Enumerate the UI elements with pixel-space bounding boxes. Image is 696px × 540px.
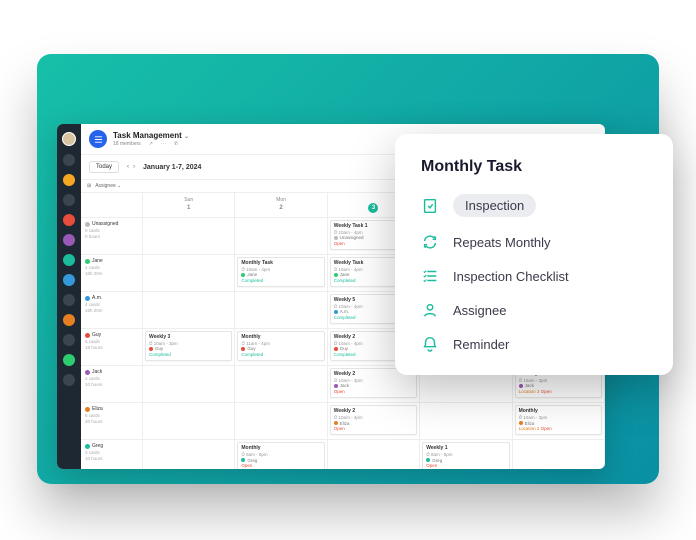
row-label[interactable]: Unassigned0 cards0 hours	[81, 218, 143, 255]
checklist-icon	[421, 267, 439, 285]
phone-icon[interactable]: ✆	[174, 141, 178, 147]
header-spacer	[81, 193, 143, 218]
row-label[interactable]: Jane4 cards16h 20m	[81, 255, 143, 292]
task-card[interactable]: Monthly⏱ 11am - 4pmGuyCompleted	[237, 331, 324, 361]
popup-item-assignee[interactable]: Assignee	[421, 301, 647, 319]
repeat-icon	[421, 233, 439, 251]
calendar-cell[interactable]: Weekly 1⏱ 8am - 5pmGregOpen	[420, 440, 512, 469]
popup-item-label: Repeats Monthly	[453, 235, 551, 250]
rail-item[interactable]	[63, 314, 75, 326]
rail-item[interactable]	[63, 254, 75, 266]
more-icon[interactable]: ⋯	[161, 141, 166, 147]
rail-item[interactable]	[63, 294, 75, 306]
task-card[interactable]: Monthly⏱ 8am - 5pmGregOpen	[237, 442, 324, 469]
task-card[interactable]: Weekly 2⏱ 10am - 4pmElizaOpen	[330, 405, 417, 435]
today-button[interactable]: Today	[89, 161, 119, 173]
rail-item[interactable]	[63, 354, 75, 366]
calendar-cell[interactable]: Monthly⏱ 10am - 3pmElizaLocation 2 Open	[513, 403, 605, 440]
prev-arrow[interactable]: ‹	[127, 164, 129, 170]
popup-item-label: Reminder	[453, 337, 509, 352]
rail-item[interactable]	[63, 234, 75, 246]
task-card[interactable]: Weekly 3⏱ 10am - 3pmGuyCompleted	[145, 331, 232, 361]
chevron-down-icon: ⌄	[184, 134, 189, 140]
calendar-cell[interactable]: Monthly⏱ 8am - 5pmGregOpen	[235, 440, 327, 469]
menu-button[interactable]	[89, 130, 107, 148]
row-label[interactable]: Greg3 cards10 hours	[81, 440, 143, 469]
calendar-cell[interactable]: Weekly 3⏱ 10am - 3pmGuyCompleted	[143, 329, 235, 366]
date-range: January 1-7, 2024	[143, 164, 201, 171]
calendar-cell[interactable]	[235, 218, 327, 255]
rail-item[interactable]	[63, 274, 75, 286]
day-header[interactable]: Sun1	[143, 193, 235, 218]
calendar-cell[interactable]	[235, 366, 327, 403]
popup-item-repeat[interactable]: Repeats Monthly	[421, 233, 647, 251]
group-icon: ⊞	[87, 183, 91, 189]
group-by-label: Assignee ⌄	[95, 183, 121, 189]
row-label[interactable]: Eliza8 cards20 hours	[81, 403, 143, 440]
popup-title: Monthly Task	[421, 158, 647, 176]
calendar-cell[interactable]: Monthly⏱ 11am - 4pmGuyCompleted	[235, 329, 327, 366]
stage-background: Task Management ⌄ 18 members ↗ ⋯ ✆ Today…	[37, 54, 659, 484]
calendar-cell[interactable]	[420, 403, 512, 440]
popup-item-label: Inspection Checklist	[453, 269, 569, 284]
task-card[interactable]: Monthly Task⏱ 10am - 4pmJaneCompleted	[237, 257, 324, 287]
rail-item[interactable]	[63, 154, 75, 166]
rail-item[interactable]	[63, 194, 75, 206]
calendar-cell[interactable]: Monthly Task⏱ 10am - 4pmJaneCompleted	[235, 255, 327, 292]
calendar-cell[interactable]	[235, 403, 327, 440]
popup-item-checklist[interactable]: Inspection Checklist	[421, 267, 647, 285]
day-header[interactable]: Mon2	[235, 193, 327, 218]
assignee-icon	[421, 301, 439, 319]
board-title: Task Management	[113, 131, 182, 140]
popup-item-label: Assignee	[453, 303, 506, 318]
row-label[interactable]: A.m.4 cards16h 20m	[81, 292, 143, 329]
rail-item[interactable]	[63, 214, 75, 226]
inspection-icon	[421, 197, 439, 215]
popup-item-inspection[interactable]: Inspection	[421, 194, 647, 217]
calendar-cell[interactable]	[143, 218, 235, 255]
members-count: 18 members	[113, 141, 141, 147]
share-icon[interactable]: ↗	[149, 141, 153, 147]
task-popup: Monthly Task Inspection Repeats Monthly In…	[395, 134, 673, 375]
task-card[interactable]: Weekly 1⏱ 8am - 5pmGregOpen	[422, 442, 509, 469]
calendar-cell[interactable]	[328, 440, 420, 469]
rail-item[interactable]	[63, 174, 75, 186]
popup-item-reminder[interactable]: Reminder	[421, 335, 647, 353]
popup-item-label: Inspection	[453, 194, 536, 217]
calendar-cell[interactable]	[235, 292, 327, 329]
user-avatar[interactable]	[62, 132, 76, 146]
rail-item[interactable]	[63, 374, 75, 386]
task-card[interactable]: Monthly⏱ 10am - 3pmElizaLocation 2 Open	[515, 405, 602, 435]
board-title-wrap[interactable]: Task Management ⌄ 18 members ↗ ⋯ ✆	[113, 131, 189, 147]
row-label[interactable]: Jack2 cards10 hours	[81, 366, 143, 403]
calendar-cell[interactable]	[513, 440, 605, 469]
reminder-icon	[421, 335, 439, 353]
calendar-cell[interactable]	[143, 255, 235, 292]
next-arrow[interactable]: ›	[133, 164, 135, 170]
rail-item[interactable]	[63, 334, 75, 346]
calendar-cell[interactable]: Weekly 2⏱ 10am - 4pmElizaOpen	[328, 403, 420, 440]
calendar-cell[interactable]	[143, 292, 235, 329]
calendar-cell[interactable]	[143, 366, 235, 403]
left-rail	[57, 124, 81, 469]
calendar-cell[interactable]	[143, 440, 235, 469]
row-label[interactable]: Guy5 cards18 hours	[81, 329, 143, 366]
calendar-cell[interactable]	[143, 403, 235, 440]
